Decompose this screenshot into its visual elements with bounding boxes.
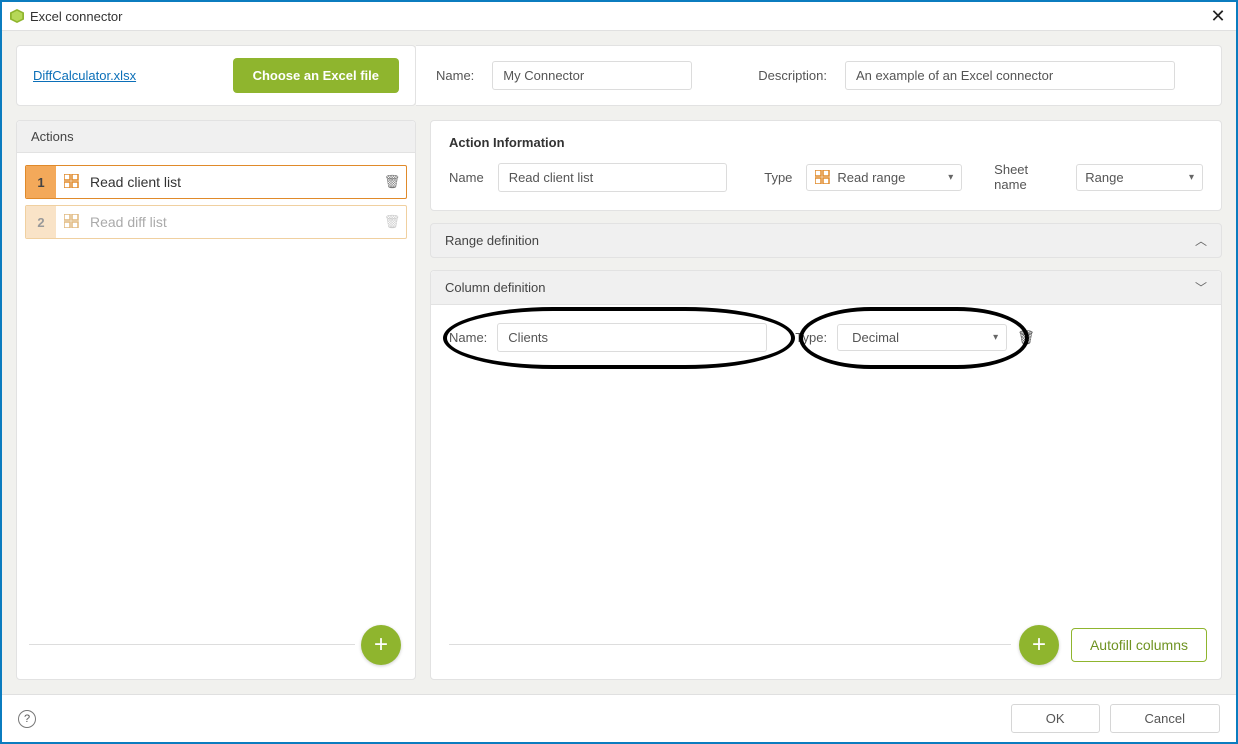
- sheet-name-label: Sheet name: [994, 162, 1062, 192]
- column-type-value: Decimal: [846, 330, 899, 345]
- action-name-input[interactable]: [498, 163, 727, 192]
- action-info-title: Action Information: [449, 135, 1203, 150]
- divider: [449, 644, 1011, 645]
- read-range-icon: [64, 214, 82, 231]
- connector-name-label: Name:: [436, 68, 474, 83]
- column-definition-header[interactable]: Column definition ﹀: [431, 271, 1221, 305]
- cancel-button[interactable]: Cancel: [1110, 704, 1220, 733]
- detail-panel: Action Information Name Type Read range …: [430, 120, 1222, 680]
- trash-icon[interactable]: 🗑: [1017, 329, 1035, 346]
- divider: [29, 644, 355, 645]
- action-info-card: Action Information Name Type Read range …: [430, 120, 1222, 211]
- actions-panel: Actions 1 Read client list 🗑 2: [16, 120, 416, 680]
- footer: ? OK Cancel: [2, 694, 1236, 742]
- autofill-columns-button[interactable]: Autofill columns: [1071, 628, 1207, 662]
- connector-desc-input[interactable]: [845, 61, 1175, 90]
- action-number: 2: [26, 206, 56, 238]
- chevron-down-icon: ▾: [948, 172, 953, 183]
- sheet-name-value: Range: [1085, 170, 1123, 185]
- chevron-down-icon: ﹀: [1195, 279, 1207, 296]
- actions-header: Actions: [17, 121, 415, 153]
- range-definition-header[interactable]: Range definition ︿: [430, 223, 1222, 258]
- main-row: Actions 1 Read client list 🗑 2: [16, 120, 1222, 680]
- chevron-down-icon: ▾: [1189, 172, 1194, 183]
- window-title: Excel connector: [30, 9, 123, 24]
- window: Excel connector ✕ DiffCalculator.xlsx Ch…: [0, 0, 1238, 744]
- app-icon: [10, 9, 24, 23]
- add-action-button[interactable]: +: [361, 625, 401, 665]
- choose-file-button[interactable]: Choose an Excel file: [233, 58, 399, 93]
- close-button[interactable]: ✕: [1208, 6, 1228, 27]
- action-type-select[interactable]: Read range ▾: [806, 164, 962, 191]
- chevron-up-icon: ︿: [1195, 232, 1207, 249]
- name-desc-box: Name: Description:: [416, 45, 1222, 106]
- file-box: DiffCalculator.xlsx Choose an Excel file: [16, 45, 416, 106]
- action-label: Read client list: [82, 174, 378, 190]
- sheet-name-select[interactable]: Range ▾: [1076, 164, 1203, 191]
- read-range-icon: [64, 174, 82, 191]
- trash-icon[interactable]: 🗑: [378, 174, 406, 190]
- action-type-label: Type: [764, 170, 792, 185]
- column-definition-card: Column definition ﹀ Name: Type: Decimal …: [430, 270, 1222, 680]
- top-row: DiffCalculator.xlsx Choose an Excel file…: [16, 45, 1222, 106]
- range-definition-label: Range definition: [445, 233, 539, 248]
- file-link[interactable]: DiffCalculator.xlsx: [33, 68, 136, 83]
- action-type-value: Read range: [837, 170, 905, 185]
- titlebar: Excel connector ✕: [2, 2, 1236, 30]
- body: DiffCalculator.xlsx Choose an Excel file…: [2, 30, 1236, 694]
- actions-list: 1 Read client list 🗑 2 Read diff list: [17, 153, 415, 679]
- column-type-label: Type:: [795, 330, 827, 345]
- action-item[interactable]: 1 Read client list 🗑: [25, 165, 407, 199]
- column-name-label: Name:: [449, 330, 487, 345]
- column-row: Name: Type: Decimal ▾ 🗑: [449, 323, 1203, 352]
- chevron-down-icon: ▾: [993, 332, 998, 343]
- action-name-label: Name: [449, 170, 484, 185]
- connector-name-input[interactable]: [492, 61, 692, 90]
- column-type-select[interactable]: Decimal ▾: [837, 324, 1007, 351]
- connector-desc-label: Description:: [758, 68, 827, 83]
- read-range-icon: [815, 170, 831, 184]
- action-item[interactable]: 2 Read diff list 🗑: [25, 205, 407, 239]
- column-name-input[interactable]: [497, 323, 767, 352]
- add-column-button[interactable]: +: [1019, 625, 1059, 665]
- column-definition-body: Name: Type: Decimal ▾ 🗑: [431, 305, 1221, 679]
- help-icon[interactable]: ?: [18, 710, 36, 728]
- action-number: 1: [26, 166, 56, 198]
- ok-button[interactable]: OK: [1011, 704, 1100, 733]
- column-definition-label: Column definition: [445, 280, 545, 295]
- action-label: Read diff list: [82, 214, 378, 230]
- trash-icon[interactable]: 🗑: [378, 214, 406, 230]
